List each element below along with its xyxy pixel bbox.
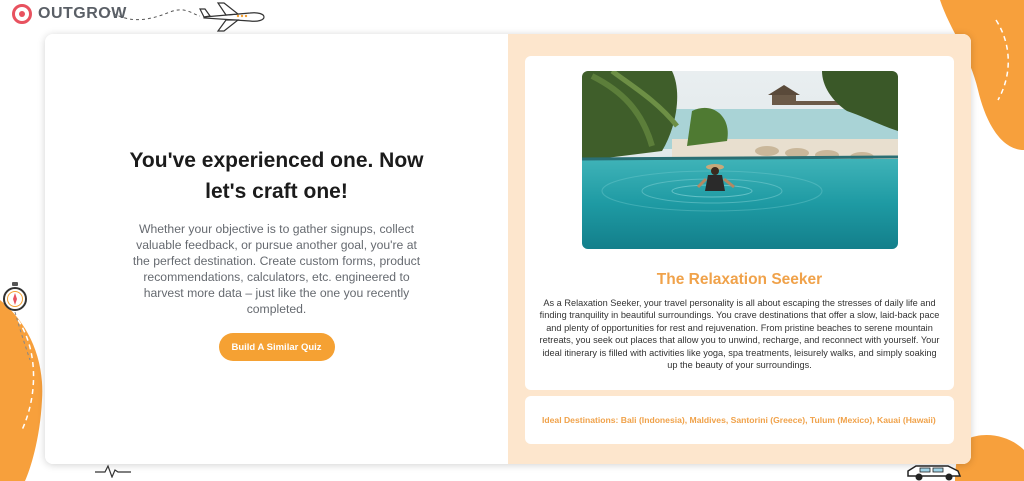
result-description: As a Relaxation Seeker, your travel pers… xyxy=(539,298,940,371)
cta-description: Whether your objective is to gather sign… xyxy=(132,222,421,316)
cta-headline: You've experienced one. Now let's craft … xyxy=(129,149,424,203)
destinations-box: Ideal Destinations: Bali (Indonesia), Ma… xyxy=(525,396,954,444)
build-similar-quiz-button[interactable]: Build A Similar Quiz xyxy=(218,333,335,361)
logo-text: OUTGROW xyxy=(38,5,127,22)
airplane-icon xyxy=(199,2,265,32)
beach-pool-photo xyxy=(581,71,898,249)
result-panel: The Relaxation Seeker As a Relaxation Se… xyxy=(508,34,971,464)
ideal-destinations: Ideal Destinations: Bali (Indonesia), Ma… xyxy=(542,415,936,425)
outgrow-logo[interactable]: OUTGROW xyxy=(12,3,127,25)
result-box: The Relaxation Seeker As a Relaxation Se… xyxy=(525,56,954,390)
quiz-result-card: You've experienced one. Now let's craft … xyxy=(45,34,971,464)
cta-panel: You've experienced one. Now let's craft … xyxy=(45,34,508,464)
outgrow-logo-icon xyxy=(12,4,32,24)
compass-icon xyxy=(3,282,27,311)
result-title: The Relaxation Seeker xyxy=(656,271,823,288)
heartbeat-icon xyxy=(95,464,131,478)
car-icon xyxy=(907,465,962,481)
